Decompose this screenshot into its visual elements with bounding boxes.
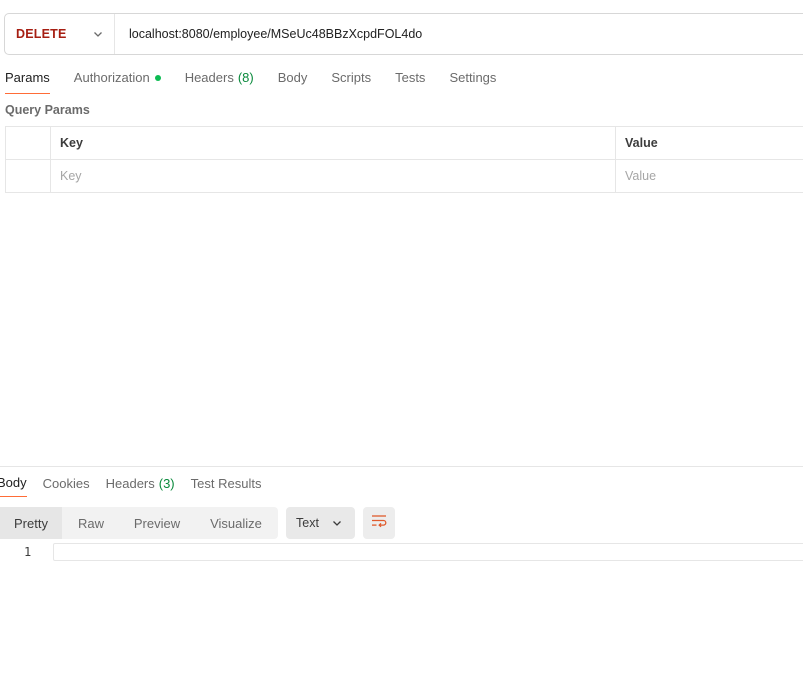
status-dot-icon [154,74,161,81]
tab-tests[interactable]: Tests [395,64,425,93]
format-select[interactable]: Text [286,507,355,539]
view-raw-button[interactable]: Raw [62,507,120,539]
tab-scripts[interactable]: Scripts [331,64,371,93]
tab-label: Scripts [331,70,372,85]
table-row: Key Value [5,159,803,193]
tab-response-body[interactable]: Body [0,471,27,497]
key-column-header: Key [50,126,616,160]
response-body-editor[interactable] [53,543,803,561]
tab-label: Body [277,70,308,85]
url-input[interactable] [115,14,803,54]
tab-label: Headers [105,475,155,491]
key-input[interactable]: Key [50,159,616,193]
tab-headers[interactable]: Headers (8) [185,64,254,93]
tab-label: Body [0,475,27,490]
chevron-down-icon [93,29,103,39]
format-label: Text [296,516,319,530]
tab-authorization[interactable]: Authorization [74,64,161,93]
tab-label: Params [5,70,50,85]
response-headers-count: (3) [158,475,175,491]
view-mode-group: Pretty Raw Preview Visualize [0,507,278,539]
tab-label: Tests [395,70,426,85]
tab-settings[interactable]: Settings [449,64,496,93]
line-number: 1 [24,545,32,559]
wrap-lines-icon [370,513,388,534]
query-params-table: Key Value Key Value [5,126,803,193]
chevron-down-icon [332,518,342,528]
tab-label: Test Results [190,475,262,491]
tab-body[interactable]: Body [278,64,308,93]
tab-label: Cookies [42,475,90,491]
tab-cookies[interactable]: Cookies [43,471,90,497]
tab-test-results[interactable]: Test Results [191,471,262,497]
view-preview-button[interactable]: Preview [120,507,194,539]
tab-params[interactable]: Params [5,64,50,94]
query-params-title: Query Params [5,103,90,117]
tab-label: Authorization [73,70,150,85]
headers-count: (8) [237,70,254,85]
value-input[interactable]: Value [615,159,803,193]
value-column-header: Value [615,126,803,160]
response-tabs: Body Cookies Headers (3) Test Results [0,471,277,497]
tab-response-headers[interactable]: Headers (3) [106,471,175,497]
method-select[interactable]: DELETE [5,14,115,54]
view-pretty-button[interactable]: Pretty [0,507,62,539]
tab-label: Headers [184,70,234,85]
view-visualize-button[interactable]: Visualize [194,507,278,539]
checkbox-column-header [5,126,51,160]
row-checkbox-cell [5,159,51,193]
request-tabs: Params Authorization Headers (8) Body Sc… [5,64,520,96]
request-url-bar: DELETE [4,13,803,55]
wrap-lines-button[interactable] [363,507,395,539]
table-header-row: Key Value [5,126,803,160]
tab-label: Settings [449,70,497,85]
response-divider[interactable] [0,466,803,467]
method-label: DELETE [16,27,67,41]
